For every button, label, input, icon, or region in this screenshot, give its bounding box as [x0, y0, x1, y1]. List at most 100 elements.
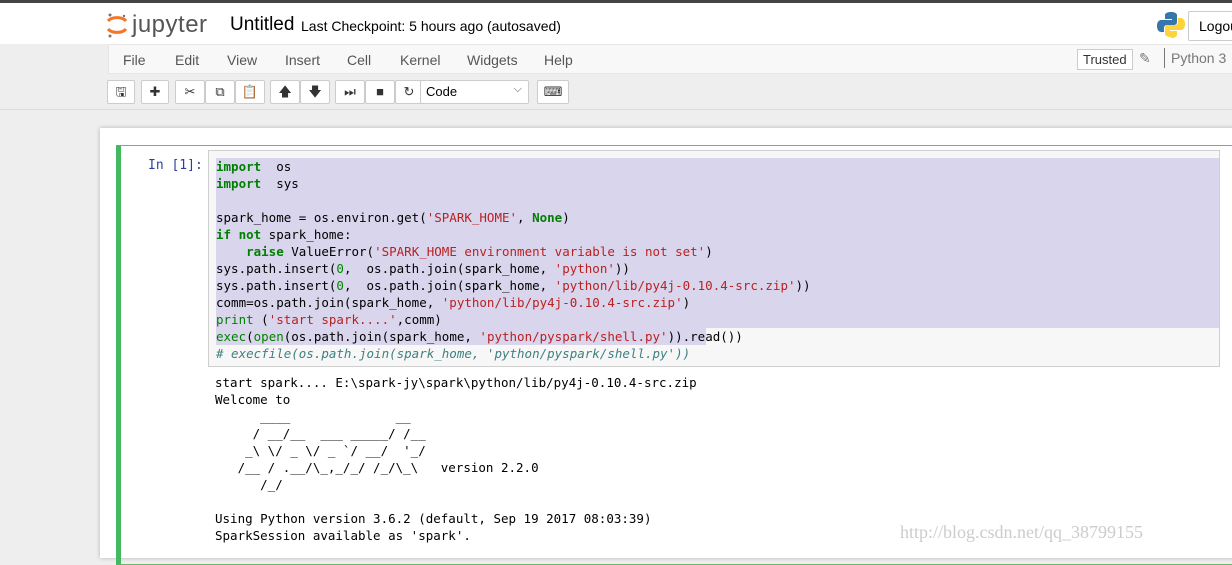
code-token: (os.path.join(spark_home, — [283, 329, 480, 344]
restart-button[interactable]: ↻ — [395, 80, 423, 104]
kernel-name: Python 3 — [1164, 48, 1226, 68]
code-token: print — [216, 312, 254, 327]
code-token: 'python' — [554, 261, 615, 276]
code-token: sys.path.insert( — [216, 261, 337, 276]
jupyter-icon — [106, 13, 128, 38]
checkpoint-status: Last Checkpoint: 5 hours ago (autosaved) — [301, 18, 561, 34]
code-token: ( — [246, 329, 254, 344]
code-editor[interactable]: import os import sys spark_home = os.envir… — [208, 150, 1220, 367]
code-token: # execfile(os.path.join(spark_home, 'pyt… — [216, 346, 691, 361]
cell-type-value: Code — [426, 84, 458, 99]
cell-type-select[interactable]: Code ⌵ — [420, 80, 529, 104]
menu-kernel[interactable]: Kernel — [400, 52, 440, 68]
code-token: )) — [795, 278, 811, 293]
code-token: )) — [614, 261, 630, 276]
save-button[interactable]: 🖫 — [107, 80, 135, 104]
paste-icon: 📋 — [241, 84, 259, 99]
code-token: import — [216, 176, 262, 191]
menu-help[interactable]: Help — [544, 52, 573, 68]
code-token: 'python/pyspark/shell.py' — [479, 329, 668, 344]
code-line: if not spark_home: — [216, 226, 1212, 243]
copy-button[interactable]: ⧉ — [205, 80, 235, 104]
header: jupyter Untitled Last Checkpoint: 5 hour… — [0, 3, 1232, 44]
menu-edit[interactable]: Edit — [175, 52, 199, 68]
code-token: ValueError( — [283, 244, 375, 259]
code-token: 'SPARK_HOME' — [426, 210, 518, 225]
paste-button[interactable]: 📋 — [235, 80, 265, 104]
code-token: 'SPARK_HOME environment variable is not … — [374, 244, 706, 259]
trusted-badge[interactable]: Trusted — [1077, 49, 1133, 70]
step-forward-icon: ⏭ — [344, 84, 356, 99]
menu-file[interactable]: File — [123, 52, 146, 68]
input-prompt: In [1]: — [148, 158, 203, 173]
cut-button[interactable]: ✂ — [175, 80, 205, 104]
code-token: ,comm) — [396, 312, 442, 327]
code-line: spark_home = os.environ.get('SPARK_HOME'… — [216, 209, 1212, 226]
code-token: comm=os.path.join(spark_home, — [216, 295, 442, 310]
code-token: 'python/lib/py4j-0.10.4-src.zip' — [554, 278, 796, 293]
code-token: , os.path.join(spark_home, — [343, 278, 555, 293]
code-line: sys.path.insert(0, os.path.join(spark_ho… — [216, 260, 1212, 277]
code-line: import os — [216, 158, 1212, 175]
stop-icon: ■ — [376, 84, 384, 99]
code-token: 0 — [336, 261, 344, 276]
keyboard-button[interactable]: ⌨ — [537, 80, 569, 104]
move-down-button[interactable]: 🡇 — [300, 80, 330, 104]
keyboard-icon: ⌨ — [543, 84, 563, 99]
code-token: spark_home: — [261, 227, 352, 242]
interrupt-button[interactable]: ■ — [365, 80, 395, 104]
code-token: , os.path.join(spark_home, — [343, 261, 555, 276]
code-token: ) — [682, 295, 691, 310]
save-icon: 🖫 — [115, 84, 127, 99]
code-line: # execfile(os.path.join(spark_home, 'pyt… — [216, 345, 1212, 362]
notebook-title[interactable]: Untitled — [230, 14, 294, 36]
code-line: print ('start spark....',comm) — [216, 311, 1212, 328]
code-token: open — [253, 329, 284, 344]
code-line: comm=os.path.join(spark_home, 'python/li… — [216, 294, 1212, 311]
menu-cell[interactable]: Cell — [347, 52, 371, 68]
code-token: 'python/lib/py4j-0.10.4-src.zip' — [441, 295, 683, 310]
chevron-down-icon: ⌵ — [513, 83, 522, 95]
cell-output: start spark.... E:\spark-jy\spark\python… — [215, 375, 697, 543]
menu-widgets[interactable]: Widgets — [467, 52, 518, 68]
code-token: )).read()) — [667, 329, 743, 344]
code-token: raise — [246, 244, 284, 259]
code-line: import sys — [216, 175, 1212, 192]
code-token: spark_home = os.environ.get( — [216, 210, 427, 225]
code-token: import — [216, 159, 262, 174]
code-token: , — [517, 210, 533, 225]
code-token: sys — [261, 176, 299, 191]
plus-icon: ✚ — [149, 84, 161, 99]
watermark: http://blog.csdn.net/qq_38799155 — [900, 522, 1143, 542]
code-token: 'start spark....' — [268, 312, 397, 327]
divider — [0, 109, 1232, 110]
arrow-up-icon: 🡅 — [278, 84, 292, 99]
logo-text: jupyter — [132, 11, 208, 38]
code-token: ) — [562, 210, 570, 225]
refresh-icon: ↻ — [403, 84, 415, 99]
run-button[interactable]: ⏭ — [335, 80, 365, 104]
code-token: None — [532, 210, 563, 225]
code-line: raise ValueError('SPARK_HOME environment… — [216, 243, 1212, 260]
code-token: ( — [253, 312, 269, 327]
code-token: if not — [216, 227, 262, 242]
menu-view[interactable]: View — [227, 52, 257, 68]
insert-cell-button[interactable]: ✚ — [141, 80, 169, 104]
code-line: sys.path.insert(0, os.path.join(spark_ho… — [216, 277, 1212, 294]
code-token: 0 — [336, 278, 344, 293]
pencil-icon[interactable]: ✎ — [1139, 50, 1151, 67]
code-token: sys.path.insert( — [216, 278, 337, 293]
code-token: os — [261, 159, 292, 174]
logout-button[interactable]: Logout — [1188, 11, 1232, 41]
code-line: exec(open(os.path.join(spark_home, 'pyth… — [216, 328, 1212, 345]
code-token: exec — [216, 329, 247, 344]
copy-icon: ⧉ — [215, 84, 225, 99]
toolbar: 🖫 ✚ ✂ ⧉ 📋 🡅 🡇 ⏭ ■ ↻ ⌨ Code ⌵ — [107, 80, 1232, 104]
jupyter-logo[interactable]: jupyter — [106, 11, 208, 39]
code-token: ) — [705, 244, 713, 259]
arrow-down-icon: 🡇 — [308, 84, 322, 99]
menu-insert[interactable]: Insert — [285, 52, 320, 68]
move-up-button[interactable]: 🡅 — [270, 80, 300, 104]
